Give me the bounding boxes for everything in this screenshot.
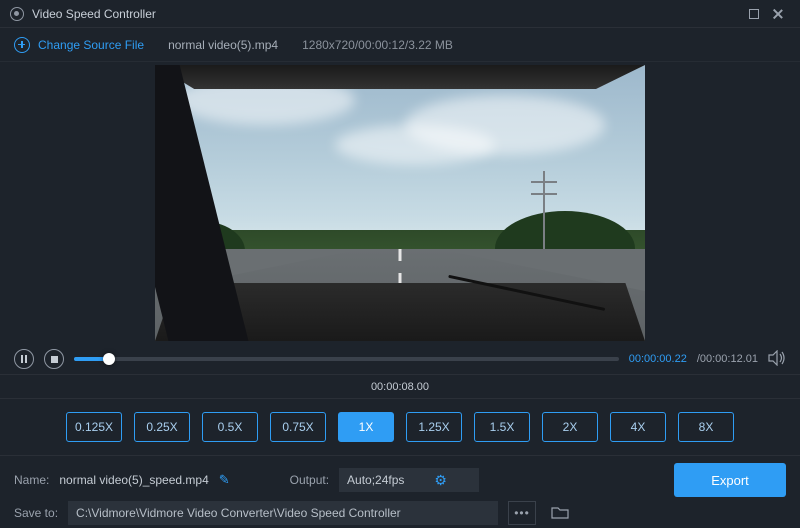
open-folder-button[interactable] <box>546 501 574 525</box>
source-info: 1280x720/00:00:12/3.22 MB <box>302 38 453 52</box>
pause-button[interactable] <box>14 349 34 369</box>
playback-controls: 00:00:00.22 /00:00:12.01 <box>0 344 800 374</box>
save-to-label: Save to: <box>14 506 58 520</box>
source-filename: normal video(5).mp4 <box>168 38 278 52</box>
browse-button[interactable]: ••• <box>508 501 536 525</box>
change-source-button[interactable]: Change Source File <box>14 37 144 53</box>
save-path-field[interactable]: C:\Vidmore\Vidmore Video Converter\Video… <box>68 501 498 525</box>
speed-button-1x[interactable]: 1X <box>338 412 394 442</box>
app-title: Video Speed Controller <box>32 7 156 21</box>
name-label: Name: <box>14 473 49 487</box>
output-format-select[interactable]: Auto;24fps ⚙ <box>339 468 479 492</box>
output-name: normal video(5)_speed.mp4 <box>59 473 208 487</box>
stop-button[interactable] <box>44 349 64 369</box>
volume-icon[interactable] <box>768 350 786 369</box>
speed-button-2x[interactable]: 2X <box>542 412 598 442</box>
app-logo-icon <box>10 7 24 21</box>
video-preview[interactable] <box>155 65 645 341</box>
speed-button-4x[interactable]: 4X <box>610 412 666 442</box>
speed-button-0.5x[interactable]: 0.5X <box>202 412 258 442</box>
speed-button-1.25x[interactable]: 1.25X <box>406 412 462 442</box>
output-format-value: Auto;24fps <box>347 473 404 487</box>
titlebar: Video Speed Controller <box>0 0 800 28</box>
change-source-label: Change Source File <box>38 38 144 52</box>
export-button[interactable]: Export <box>674 463 786 497</box>
speed-button-0.75x[interactable]: 0.75X <box>270 412 326 442</box>
timestamp-marker: 00:00:08.00 <box>0 375 800 399</box>
speed-row: 0.125X 0.25X 0.5X 0.75X 1X 1.25X 1.5X 2X 4X 8X <box>0 399 800 455</box>
gear-icon[interactable]: ⚙ <box>434 472 447 489</box>
edit-name-icon[interactable]: ✎ <box>219 472 230 488</box>
output-label: Output: <box>290 473 329 487</box>
plus-circle-icon <box>14 37 30 53</box>
preview-area <box>0 62 800 344</box>
maximize-button[interactable] <box>742 4 766 24</box>
speed-button-0.125x[interactable]: 0.125X <box>66 412 122 442</box>
seek-thumb[interactable] <box>103 353 115 365</box>
output-panel: Name: normal video(5)_speed.mp4 ✎ Output… <box>0 455 800 528</box>
time-total: /00:00:12.01 <box>697 353 758 365</box>
time-current: 00:00:00.22 <box>629 353 687 365</box>
source-bar: Change Source File normal video(5).mp4 1… <box>0 28 800 62</box>
close-button[interactable] <box>766 4 790 24</box>
save-path-value: C:\Vidmore\Vidmore Video Converter\Video… <box>76 506 401 520</box>
speed-button-1.5x[interactable]: 1.5X <box>474 412 530 442</box>
marker-time: 00:00:08.00 <box>371 381 429 393</box>
speed-button-8x[interactable]: 8X <box>678 412 734 442</box>
speed-button-0.25x[interactable]: 0.25X <box>134 412 190 442</box>
seek-bar[interactable] <box>74 357 619 361</box>
